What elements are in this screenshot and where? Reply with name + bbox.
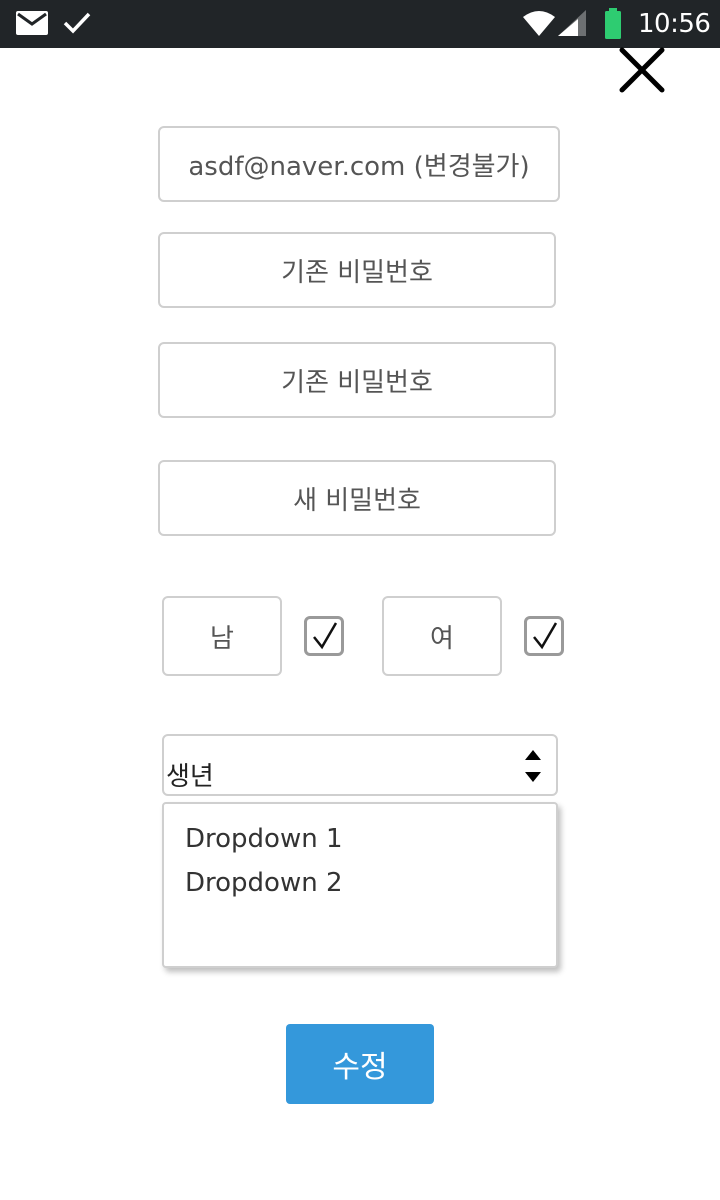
wifi-icon (522, 9, 556, 41)
gender-female-text: 여 (430, 623, 454, 654)
mail-icon (16, 11, 48, 39)
email-field: asdf@naver.com (변경불가) (158, 126, 560, 202)
confirm-password-input[interactable]: 기존 비밀번호 (158, 342, 556, 418)
new-password-placeholder: 새 비밀번호 (293, 485, 421, 516)
edit-profile-screen: 10:56 asdf@naver.com (변경불가) 기존 비밀번호 기존 비… (0, 0, 720, 1200)
close-button[interactable] (614, 44, 670, 96)
signal-icon (556, 9, 588, 41)
submit-label: 수정 (332, 1050, 388, 1085)
current-password-placeholder: 기존 비밀번호 (281, 257, 433, 288)
submit-button[interactable]: 수정 (286, 1024, 434, 1104)
checkmark-icon (313, 622, 338, 650)
checkmark-icon (533, 622, 558, 650)
select-arrows-icon (524, 748, 542, 788)
birth-year-select[interactable]: 생년 (162, 734, 558, 796)
gender-male-label: 남 (162, 596, 282, 676)
birth-year-selected: 생년 (166, 762, 214, 792)
gender-male-checkbox[interactable] (304, 616, 344, 656)
gender-male-text: 남 (210, 623, 234, 654)
current-password-input[interactable]: 기존 비밀번호 (158, 232, 556, 308)
status-time: 10:56 (638, 9, 711, 39)
gender-female-checkbox[interactable] (524, 616, 564, 656)
new-password-input[interactable]: 새 비밀번호 (158, 460, 556, 536)
gender-female-label: 여 (382, 596, 502, 676)
close-icon (619, 47, 665, 93)
confirm-password-placeholder: 기존 비밀번호 (281, 367, 433, 398)
status-bar: 10:56 (0, 0, 720, 48)
email-text: asdf@naver.com (변경불가) (188, 151, 530, 182)
check-icon (62, 11, 92, 39)
battery-icon (604, 8, 622, 44)
dropdown-option[interactable]: Dropdown 1 (185, 824, 343, 854)
birth-year-dropdown: Dropdown 1 Dropdown 2 (162, 802, 558, 968)
dropdown-option[interactable]: Dropdown 2 (185, 868, 343, 898)
